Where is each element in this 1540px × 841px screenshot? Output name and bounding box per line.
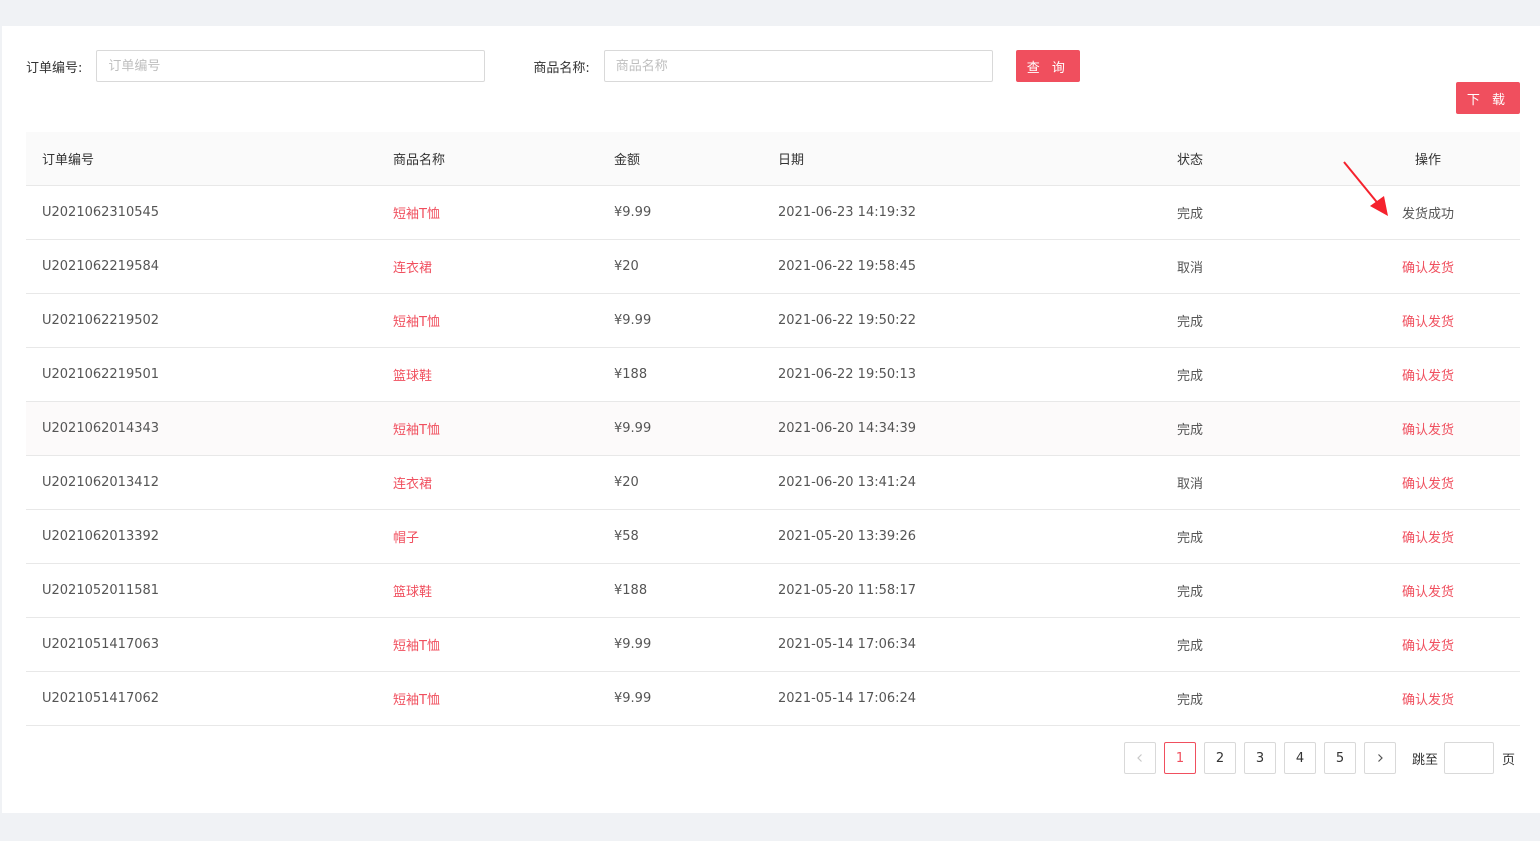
status-cell: 完成 <box>1177 531 1204 546</box>
confirm-shipment-link[interactable]: 确认发货 <box>1402 315 1454 330</box>
date-cell: 2021-05-14 17:06:24 <box>778 691 917 706</box>
confirm-shipment-link[interactable]: 确认发货 <box>1402 531 1454 546</box>
header-status: 状态 <box>1177 153 1204 168</box>
status-cell: 完成 <box>1177 315 1204 330</box>
amount-cell: ¥9.99 <box>614 637 652 652</box>
product-name-input[interactable] <box>603 50 993 82</box>
order-id-cell: U2021062219502 <box>42 313 160 328</box>
order-id-cell: U2021062014343 <box>42 421 160 436</box>
date-cell: 2021-06-20 13:41:24 <box>778 475 917 490</box>
order-id-input[interactable] <box>96 50 486 82</box>
status-cell: 完成 <box>1177 639 1204 654</box>
order-id-cell: U2021052011581 <box>42 583 160 598</box>
download-button[interactable]: 下 载 <box>1456 82 1520 114</box>
table-header: 订单编号 商品名称 金额 日期 状态 操作 <box>26 132 1520 186</box>
date-cell: 2021-06-22 19:58:45 <box>778 259 917 274</box>
product-link[interactable]: 篮球鞋 <box>393 369 432 384</box>
header-amount: 金额 <box>614 153 641 168</box>
next-page-button[interactable] <box>1364 742 1396 774</box>
chevron-right-icon <box>1378 754 1383 762</box>
order-id-cell: U2021051417062 <box>42 691 160 706</box>
order-id-cell: U2021062310545 <box>42 205 160 220</box>
jump-page-input[interactable] <box>1444 742 1495 774</box>
amount-cell: ¥188 <box>614 367 648 382</box>
order-id-cell: U2021062013412 <box>42 475 160 490</box>
product-link[interactable]: 连衣裙 <box>393 477 432 492</box>
table-row: U2021062219502 短袖T恤 ¥9.99 2021-06-22 19:… <box>26 294 1520 348</box>
product-link[interactable]: 短袖T恤 <box>393 423 440 438</box>
status-cell: 取消 <box>1177 261 1204 276</box>
amount-cell: ¥9.99 <box>614 691 652 706</box>
table-row: U2021062219501 篮球鞋 ¥188 2021-06-22 19:50… <box>26 348 1520 402</box>
product-link[interactable]: 连衣裙 <box>393 261 432 276</box>
table-row: U2021051417062 短袖T恤 ¥9.99 2021-05-14 17:… <box>26 672 1520 726</box>
confirm-shipment-link[interactable]: 确认发货 <box>1402 585 1454 600</box>
amount-cell: ¥9.99 <box>614 205 652 220</box>
table-row: U2021062014343 短袖T恤 ¥9.99 2021-06-20 14:… <box>26 402 1520 456</box>
chevron-left-icon <box>1137 754 1142 762</box>
status-cell: 完成 <box>1177 585 1204 600</box>
date-cell: 2021-05-14 17:06:34 <box>778 637 917 652</box>
search-bar: 订单编号: 商品名称: 查 询 <box>26 50 1080 82</box>
product-link[interactable]: 短袖T恤 <box>393 315 440 330</box>
amount-cell: ¥188 <box>614 583 648 598</box>
pagination: 1 2 3 4 5 跳至 页 <box>1124 742 1515 774</box>
status-cell: 完成 <box>1177 423 1204 438</box>
product-link[interactable]: 帽子 <box>393 531 419 546</box>
amount-cell: ¥9.99 <box>614 421 652 436</box>
date-cell: 2021-05-20 11:58:17 <box>778 583 917 598</box>
header-product: 商品名称 <box>393 153 446 168</box>
page-button-1[interactable]: 1 <box>1164 742 1196 774</box>
orders-table: 订单编号 商品名称 金额 日期 状态 操作 U2021062310545 短袖T… <box>26 132 1520 726</box>
amount-cell: ¥9.99 <box>614 313 652 328</box>
page-button-5[interactable]: 5 <box>1324 742 1356 774</box>
confirm-shipment-link[interactable]: 确认发货 <box>1402 477 1454 492</box>
table-row: U2021062013412 连衣裙 ¥20 2021-06-20 13:41:… <box>26 456 1520 510</box>
shipped-status-text: 发货成功 <box>1401 207 1454 222</box>
header-date: 日期 <box>778 153 805 168</box>
confirm-shipment-link[interactable]: 确认发货 <box>1402 639 1454 654</box>
status-cell: 完成 <box>1177 369 1204 384</box>
product-link[interactable]: 短袖T恤 <box>393 639 440 654</box>
jump-to-label: 跳至 <box>1412 752 1439 768</box>
table-row: U2021052011581 篮球鞋 ¥188 2021-05-20 11:58… <box>26 564 1520 618</box>
date-cell: 2021-06-23 14:19:32 <box>778 205 917 220</box>
order-id-cell: U2021051417063 <box>42 637 160 652</box>
order-id-cell: U2021062013392 <box>42 529 160 544</box>
table-row: U2021062219584 连衣裙 ¥20 2021-06-22 19:58:… <box>26 240 1520 294</box>
table-row: U2021062310545 短袖T恤 ¥9.99 2021-06-23 14:… <box>26 186 1520 240</box>
date-cell: 2021-06-22 19:50:22 <box>778 313 917 328</box>
amount-cell: ¥20 <box>614 475 639 490</box>
date-cell: 2021-06-22 19:50:13 <box>778 367 917 382</box>
confirm-shipment-link[interactable]: 确认发货 <box>1402 261 1454 276</box>
prev-page-button[interactable] <box>1124 742 1156 774</box>
date-cell: 2021-06-20 14:34:39 <box>778 421 917 436</box>
product-link[interactable]: 篮球鞋 <box>393 585 432 600</box>
amount-cell: ¥58 <box>614 529 639 544</box>
order-id-cell: U2021062219584 <box>42 259 160 274</box>
header-order-id: 订单编号 <box>42 153 95 168</box>
status-cell: 完成 <box>1177 207 1204 222</box>
amount-cell: ¥20 <box>614 259 639 274</box>
order-id-label: 订单编号: <box>26 60 83 76</box>
status-cell: 完成 <box>1177 693 1204 708</box>
product-name-label: 商品名称: <box>533 60 590 76</box>
confirm-shipment-link[interactable]: 确认发货 <box>1402 423 1454 438</box>
order-id-cell: U2021062219501 <box>42 367 160 382</box>
product-link[interactable]: 短袖T恤 <box>393 207 440 222</box>
page-suffix-label: 页 <box>1502 752 1516 768</box>
date-cell: 2021-05-20 13:39:26 <box>778 529 917 544</box>
page-button-3[interactable]: 3 <box>1244 742 1276 774</box>
confirm-shipment-link[interactable]: 确认发货 <box>1402 369 1454 384</box>
table-row: U2021062013392 帽子 ¥58 2021-05-20 13:39:2… <box>26 510 1520 564</box>
product-link[interactable]: 短袖T恤 <box>393 693 440 708</box>
page-button-4[interactable]: 4 <box>1284 742 1316 774</box>
query-button[interactable]: 查 询 <box>1015 50 1080 82</box>
annotation-arrow-icon <box>1343 161 1388 216</box>
order-panel: 订单编号: 商品名称: 查 询 下 载 订单编号 商品名称 金额 日期 状态 操… <box>2 26 1540 813</box>
confirm-shipment-link[interactable]: 确认发货 <box>1402 693 1454 708</box>
page-button-2[interactable]: 2 <box>1204 742 1236 774</box>
table-row: U2021051417063 短袖T恤 ¥9.99 2021-05-14 17:… <box>26 618 1520 672</box>
status-cell: 取消 <box>1177 477 1204 492</box>
